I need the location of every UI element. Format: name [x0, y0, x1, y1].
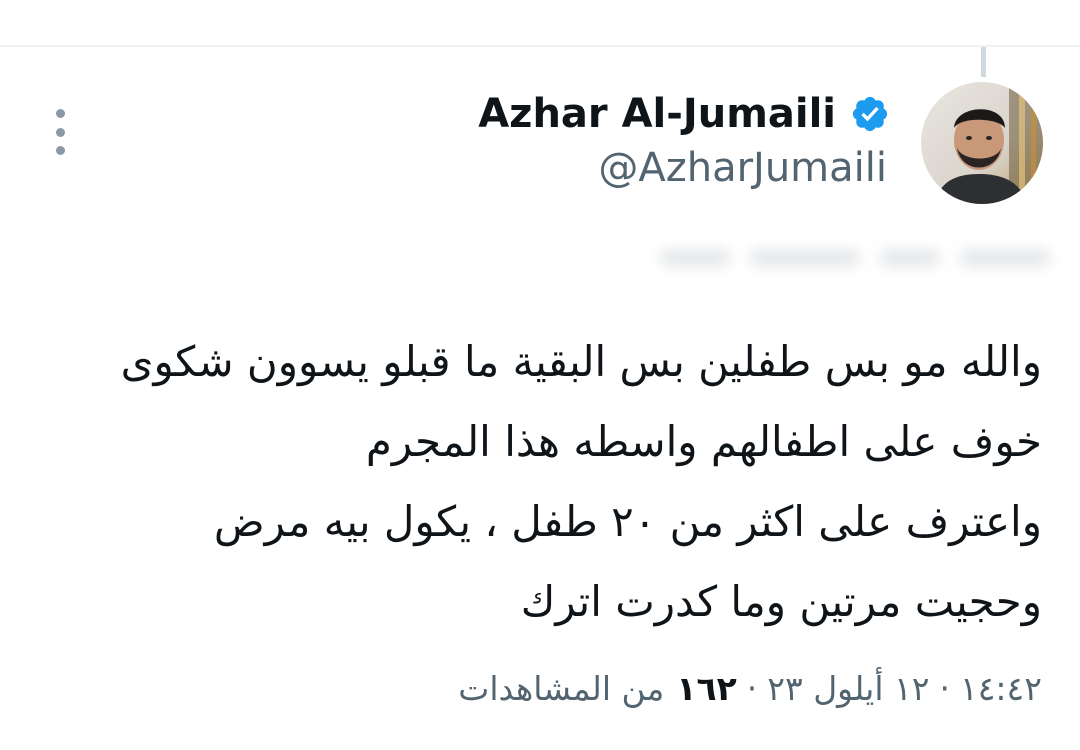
meta-separator: ·	[939, 669, 950, 708]
tweet-text: والله مو بس طفلين بس البقية ما قبلو يسوو…	[52, 322, 1042, 642]
views-count: ١٦٢	[676, 669, 737, 708]
tweet-text-line: وحجيت مرتين وما كدرت اترك	[520, 577, 1042, 626]
top-divider	[0, 45, 1080, 47]
thread-connector-line	[981, 47, 986, 77]
tweet-metadata: ١٤:٤٢ · ١٢ أيلول ٢٣ · ١٦٢ من المشاهدات	[458, 664, 1042, 714]
tweet-text-line: واعترف على اكثر من ٢٠ طفل ، يكول بيه مرض	[213, 497, 1042, 546]
meta-separator: ·	[746, 669, 758, 708]
author-name-row[interactable]: Azhar Al-Jumaili	[478, 88, 890, 140]
tweet-time[interactable]: ١٤:٤٢	[960, 664, 1042, 714]
more-options-button[interactable]	[48, 108, 72, 156]
tweet-text-line: والله مو بس طفلين بس البقية ما قبلو يسوو…	[120, 337, 1042, 386]
tweet-date[interactable]: ١٢ أيلول ٢٣	[767, 664, 929, 714]
more-vertical-icon	[55, 109, 65, 118]
verified-badge-icon	[850, 94, 890, 134]
blurred-text	[640, 238, 1060, 280]
author-display-name[interactable]: Azhar Al-Jumaili	[478, 88, 836, 140]
more-vertical-icon	[55, 127, 65, 137]
avatar[interactable]	[921, 82, 1043, 204]
views-label: من المشاهدات	[458, 669, 665, 708]
author-handle[interactable]: @AzharJumaili	[598, 142, 887, 194]
more-vertical-icon	[55, 146, 65, 155]
tweet-text-line: خوف على اطفالهم واسطه هذا المجرم	[365, 417, 1042, 466]
